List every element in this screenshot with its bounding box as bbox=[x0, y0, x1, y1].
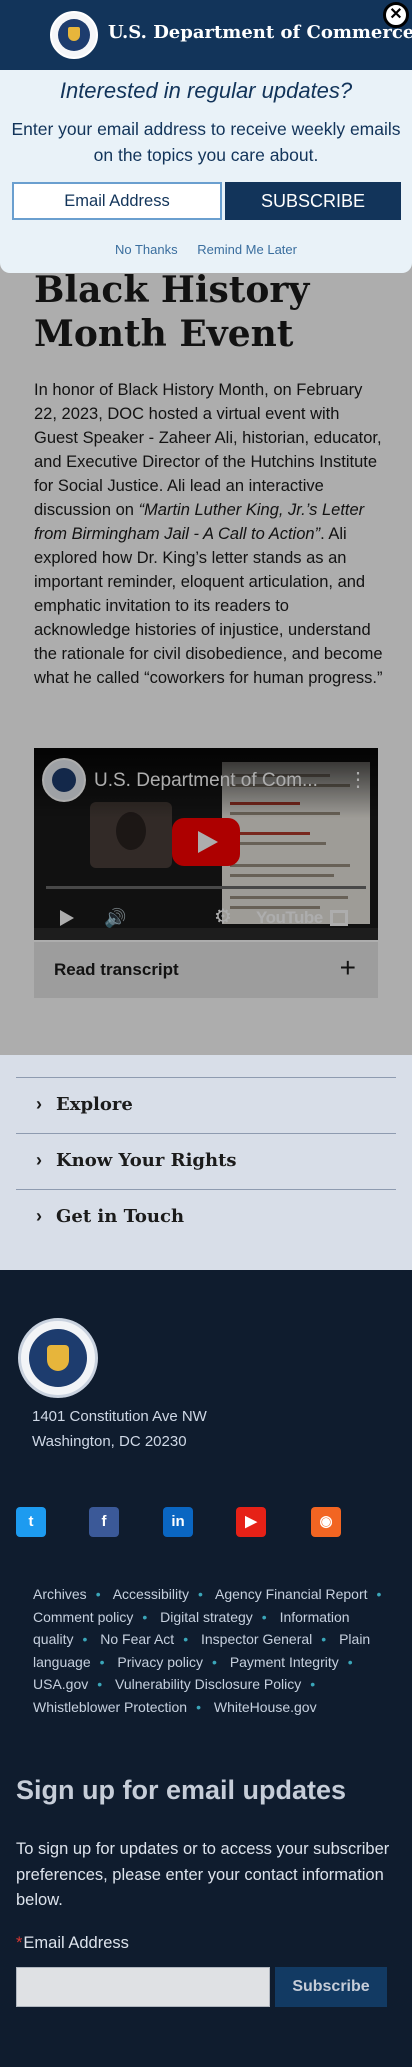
chevron-right-icon: › bbox=[36, 1094, 42, 1114]
rss-icon[interactable]: ◉ bbox=[311, 1507, 341, 1537]
accordion-label: Know Your Rights bbox=[56, 1150, 237, 1171]
modal-links: No Thanks Remind Me Later bbox=[0, 242, 412, 257]
no-thanks-link[interactable]: No Thanks bbox=[115, 242, 178, 257]
site-footer: 1401 Constitution Ave NW Washington, DC … bbox=[0, 1270, 412, 2067]
link-digital-strategy[interactable]: Digital strategy bbox=[160, 1609, 253, 1625]
modal-subscribe-button[interactable]: SUBSCRIBE bbox=[225, 182, 401, 220]
link-payment-integrity[interactable]: Payment Integrity bbox=[230, 1654, 339, 1670]
chevron-right-icon: › bbox=[36, 1206, 42, 1226]
accordion-know-your-rights[interactable]: › Know Your Rights bbox=[16, 1133, 396, 1189]
signup-text: To sign up for updates or to access your… bbox=[16, 1840, 390, 1909]
twitter-icon[interactable]: t bbox=[16, 1507, 46, 1537]
accordion-explore[interactable]: › Explore bbox=[16, 1077, 396, 1133]
modal-email-input[interactable]: Email Address bbox=[12, 182, 222, 220]
link-accessibility[interactable]: Accessibility bbox=[113, 1586, 189, 1602]
signup-title: Sign up for email updates bbox=[16, 1775, 347, 1805]
link-usa-gov[interactable]: USA.gov bbox=[33, 1676, 88, 1692]
footer-accordion: › Explore › Know Your Rights › Get in To… bbox=[0, 1055, 412, 1270]
link-archives[interactable]: Archives bbox=[33, 1586, 87, 1602]
department-seal-icon bbox=[50, 11, 98, 59]
close-icon[interactable]: ✕ bbox=[383, 2, 409, 28]
linkedin-icon[interactable]: in bbox=[163, 1507, 193, 1537]
accordion-label: Explore bbox=[56, 1094, 133, 1115]
required-marker: * bbox=[16, 1934, 23, 1952]
modal-text: Enter your email address to receive week… bbox=[11, 119, 401, 165]
department-seal-logo[interactable] bbox=[18, 1318, 98, 1398]
link-privacy-policy[interactable]: Privacy policy bbox=[117, 1654, 203, 1670]
address-line: 1401 Constitution Ave NW bbox=[32, 1408, 207, 1425]
footer-subscribe-button[interactable]: Subscribe bbox=[275, 1967, 387, 2007]
email-label-text: Email Address bbox=[23, 1934, 129, 1952]
email-label: *Email Address bbox=[16, 1934, 129, 1953]
page: Black History Month Event In honor of Bl… bbox=[0, 0, 412, 2067]
link-inspector-general[interactable]: Inspector General bbox=[201, 1631, 312, 1647]
link-whitehouse-gov[interactable]: WhiteHouse.gov bbox=[214, 1699, 317, 1715]
footer-email-input[interactable] bbox=[16, 1967, 270, 2007]
modal-header: U.S. Department of Commerce bbox=[0, 0, 412, 70]
accordion-label: Get in Touch bbox=[56, 1206, 185, 1227]
link-vulnerability-disclosure-policy[interactable]: Vulnerability Disclosure Policy bbox=[115, 1676, 301, 1692]
remind-later-link[interactable]: Remind Me Later bbox=[197, 242, 297, 257]
accordion-get-in-touch[interactable]: › Get in Touch bbox=[16, 1189, 396, 1245]
address-line: Washington, DC 20230 bbox=[32, 1433, 187, 1450]
link-comment-policy[interactable]: Comment policy bbox=[33, 1609, 133, 1625]
youtube-icon[interactable]: ▶ bbox=[236, 1507, 266, 1537]
link-no-fear-act[interactable]: No Fear Act bbox=[100, 1631, 174, 1647]
email-signup-modal: U.S. Department of Commerce ✕ Interested… bbox=[0, 0, 412, 273]
agency-title: U.S. Department of Commerce bbox=[108, 22, 412, 43]
facebook-icon[interactable]: f bbox=[89, 1507, 119, 1537]
link-whistleblower-protection[interactable]: Whistleblower Protection bbox=[33, 1699, 187, 1715]
chevron-right-icon: › bbox=[36, 1150, 42, 1170]
address: 1401 Constitution Ave NW Washington, DC … bbox=[32, 1404, 207, 1454]
footer-links: Archives • Accessibility • Agency Financia… bbox=[33, 1586, 382, 1715]
modal-heading: Interested in regular updates? bbox=[59, 78, 353, 103]
link-agency-financial-report[interactable]: Agency Financial Report bbox=[215, 1586, 368, 1602]
